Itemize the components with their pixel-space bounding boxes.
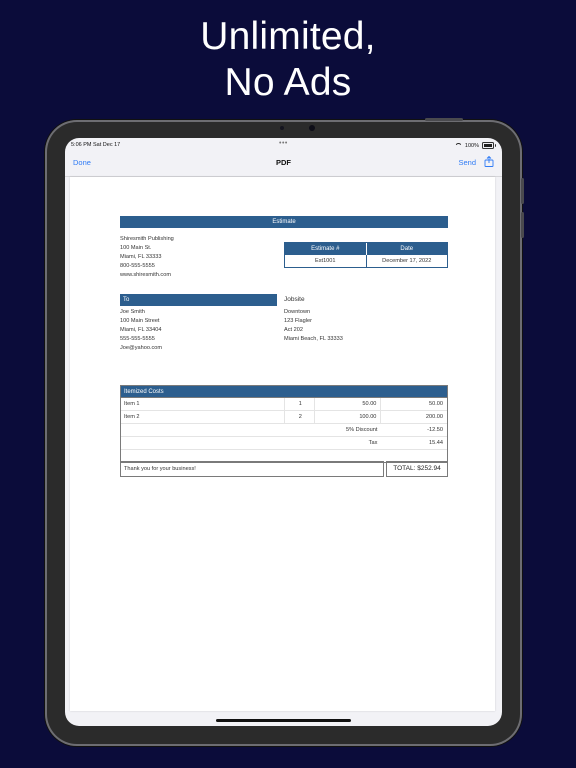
company-line: Shiresmith Publishing: [120, 236, 174, 242]
grand-total: TOTAL: $252.94: [386, 461, 448, 477]
status-time: 5:06 PM Sat Dec 17: [71, 142, 121, 148]
company-line: www.shiresmith.com: [120, 272, 171, 279]
estimate-number-header: Estimate #: [285, 243, 367, 255]
item-price: 100.00: [315, 411, 382, 423]
volume-down-button: [521, 212, 524, 238]
company-line: 800-555-5555: [120, 263, 155, 270]
tax-value: 15.44: [429, 440, 443, 446]
item-total: 200.00: [425, 414, 444, 420]
discount-value: -12.50: [427, 427, 443, 433]
jobsite-line: Miami Beach, FL 33333: [284, 336, 343, 343]
jobsite-line: 123 Flagler: [284, 318, 312, 325]
company-line: 100 Main St.: [120, 245, 152, 252]
jobsite-line: Act 202: [284, 327, 303, 334]
sensor: [280, 126, 284, 130]
item-total: 50.00: [429, 401, 444, 407]
estimate-footer: Thank you for your business! TOTAL: $252…: [120, 461, 448, 477]
jobsite-address: Downtown 123 Flagler Act 202 Miami Beach…: [284, 308, 343, 344]
jobsite-line: Downtown: [284, 309, 311, 315]
to-line: Miami, FL 33404: [120, 327, 162, 334]
company-line: Miami, FL 33333: [120, 254, 162, 261]
estimate-number-table: Estimate # Date Est1001 December 17, 202…: [284, 242, 448, 268]
estimate-number: Est1001: [285, 255, 367, 267]
discount-row: 5% Discount -12.50: [121, 424, 447, 437]
estimate-document: Estimate Shiresmith Publishing 100 Main …: [120, 216, 448, 477]
tablet-frame: 5:06 PM Sat Dec 17 ••• 100% Done PDF Sen…: [45, 118, 524, 746]
to-line: 100 Main Street: [120, 318, 160, 325]
jobsite-heading: Jobsite: [284, 296, 305, 303]
promo-headline: Unlimited, No Ads: [0, 14, 576, 106]
multitasking-dots-icon[interactable]: •••: [279, 140, 288, 147]
battery-percent: 100%: [464, 142, 479, 149]
company-info: Shiresmith Publishing 100 Main St. Miami…: [120, 235, 174, 280]
screen: 5:06 PM Sat Dec 17 ••• 100% Done PDF Sen…: [65, 138, 502, 726]
estimate-date: December 17, 2022: [382, 258, 432, 264]
estimate-table-header: Estimate # Date: [285, 243, 447, 255]
to-line: Joe@yahoo.com: [120, 345, 163, 352]
item-description: Item 1: [121, 398, 285, 410]
table-row: Item 1 1 50.00 50.00: [121, 398, 447, 411]
volume-up-button: [521, 178, 524, 204]
nav-title: PDF: [276, 158, 291, 167]
discount-label: 5% Discount: [345, 427, 378, 433]
table-row: Item 2 2 100.00 200.00: [121, 411, 447, 424]
to-line: Joe Smith: [120, 309, 145, 315]
status-bar: 5:06 PM Sat Dec 17 ••• 100%: [65, 138, 502, 152]
thank-you-note: Thank you for your business!: [120, 461, 384, 477]
battery-icon: [482, 142, 496, 149]
promo-line-1: Unlimited,: [200, 15, 376, 58]
item-quantity: 2: [285, 411, 315, 423]
date-header: Date: [366, 243, 447, 255]
tax-label: Tax: [368, 440, 378, 446]
pdf-page: Estimate Shiresmith Publishing 100 Main …: [70, 177, 495, 711]
nav-bar: Done PDF Send: [65, 152, 502, 177]
itemized-costs-heading: Itemized Costs: [121, 386, 447, 398]
estimate-heading: Estimate: [120, 216, 448, 228]
share-icon[interactable]: [484, 156, 494, 167]
to-address: Joe Smith 100 Main Street Miami, FL 3340…: [120, 308, 162, 353]
to-line: 555-555-5555: [120, 336, 155, 343]
to-heading: To: [120, 294, 277, 306]
item-price: 50.00: [315, 398, 382, 410]
send-button[interactable]: Send: [458, 158, 476, 167]
status-right: 100%: [455, 142, 496, 149]
promo-line-2: No Ads: [224, 61, 352, 104]
home-indicator[interactable]: [216, 719, 351, 722]
tax-row: Tax 15.44: [121, 437, 447, 450]
item-description: Item 2: [121, 411, 285, 423]
itemized-costs-table: Itemized Costs Item 1 1 50.00 50.00 Item…: [120, 385, 448, 463]
top-button: [425, 118, 463, 121]
estimate-table-values: Est1001 December 17, 2022: [285, 255, 447, 267]
item-quantity: 1: [285, 398, 315, 410]
wifi-icon: [455, 143, 462, 148]
camera: [309, 125, 315, 131]
